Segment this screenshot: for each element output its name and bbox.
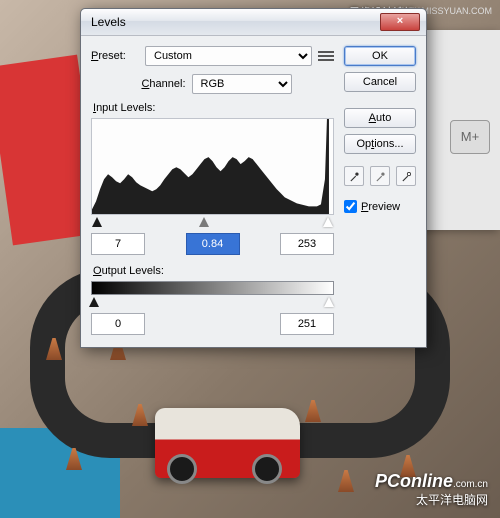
preset-select[interactable]: Custom: [145, 46, 312, 66]
input-gamma-field[interactable]: [186, 233, 240, 255]
output-white-slider[interactable]: [324, 297, 334, 307]
preview-label: Preview: [361, 201, 400, 213]
preview-checkbox-row[interactable]: Preview: [344, 200, 416, 213]
eyedropper-white-icon[interactable]: [396, 166, 416, 186]
eyedropper-black-icon[interactable]: [344, 166, 364, 186]
output-black-slider[interactable]: [89, 297, 99, 307]
titlebar[interactable]: Levels ×: [81, 9, 426, 36]
black-point-slider[interactable]: [92, 217, 102, 227]
toy-car-prop: [155, 408, 300, 478]
histogram: [91, 118, 334, 215]
input-white-field[interactable]: [280, 233, 334, 255]
input-levels-label: Input Levels:: [93, 102, 334, 114]
channel-select[interactable]: RGB: [192, 74, 292, 94]
gamma-slider[interactable]: [199, 217, 209, 227]
output-black-field[interactable]: [91, 313, 145, 335]
white-point-slider[interactable]: [323, 217, 333, 227]
output-white-field[interactable]: [280, 313, 334, 335]
output-slider[interactable]: [91, 297, 334, 311]
channel-label: Channel:: [141, 78, 185, 90]
watermark-pconline: PConline.com.cn: [375, 471, 488, 492]
input-black-field[interactable]: [91, 233, 145, 255]
cancel-button[interactable]: Cancel: [344, 72, 416, 92]
close-button[interactable]: ×: [380, 13, 420, 31]
auto-button[interactable]: Auto: [344, 108, 416, 128]
input-slider[interactable]: [91, 217, 334, 231]
preset-menu-icon[interactable]: [318, 48, 334, 64]
output-levels-label: Output Levels:: [93, 265, 334, 277]
preview-checkbox[interactable]: [344, 200, 357, 213]
output-gradient: [91, 281, 334, 295]
eyedropper-gray-icon[interactable]: [370, 166, 390, 186]
options-button[interactable]: Options...: [344, 134, 416, 154]
preset-label: Preset:: [91, 50, 139, 62]
levels-dialog: Levels × Preset: Custom Channel: RGB Inp…: [80, 8, 427, 348]
watermark-pconline-cn: 太平洋电脑网: [416, 491, 488, 508]
ok-button[interactable]: OK: [344, 46, 416, 66]
dialog-title: Levels: [87, 15, 380, 29]
